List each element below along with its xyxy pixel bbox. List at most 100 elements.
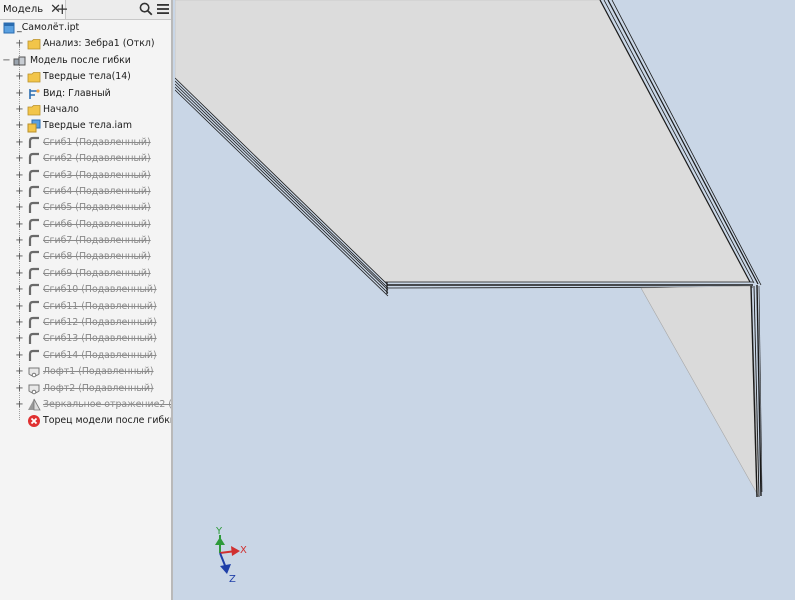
expand-node-icon[interactable]: + [15,383,24,394]
expand-node-icon[interactable]: + [15,367,24,377]
expand-node-icon[interactable]: + [15,334,24,344]
expand-node-icon[interactable]: + [15,399,24,410]
tree-node[interactable]: + Сгиб14 (Подавленный) [0,348,171,364]
tree-node-label: Анализ: Зебра1 (Откл) [43,38,155,50]
flat-pattern-icon [13,56,26,66]
tree-node[interactable]: + Сгиб3 (Подавленный) [0,168,171,184]
vertical-flange-face [640,285,760,498]
tree-node[interactable]: + Сгиб10 (Подавленный) [0,282,171,298]
expand-node-icon[interactable]: + [15,203,24,213]
search-icon[interactable] [139,2,153,16]
tree-node-label: Сгиб14 (Подавленный) [43,349,157,361]
expand-node-icon[interactable]: + [15,104,24,115]
tree-node[interactable]: + Зеркальное отражение2 (Подав [0,397,171,413]
expand-node-icon[interactable]: + [15,39,24,49]
expand-node-icon[interactable]: + [15,154,24,164]
bend-icon [28,300,39,312]
tree-node-label: Твердые тела.iam [43,120,133,132]
bend-icon [28,333,39,345]
y-axis-arrow [215,537,225,545]
tree-node-label: Сгиб12 (Подавленный) [43,317,157,329]
view-icon [29,88,40,99]
expand-node-icon[interactable]: + [15,285,24,295]
expand-node-icon[interactable]: + [15,301,24,312]
tree-node[interactable]: _Самолёт.ipt [0,20,171,36]
view-triad[interactable]: Y X Z [203,520,263,590]
loft-icon [28,367,40,378]
tree-node[interactable]: Торец модели после гибки [0,413,173,429]
tree-node-label: Вид: Главный [43,87,111,99]
loft-icon [28,384,40,394]
tree-node[interactable]: + Начало [0,102,171,118]
tree-node[interactable]: + Сгиб4 (Подавленный) [0,184,171,200]
expand-node-icon[interactable]: + [15,72,24,82]
expand-node-icon[interactable]: + [15,318,24,328]
bend-icon [28,169,39,181]
bend-icon [28,284,39,296]
tree-node-label: Сгиб7 (Подавленный) [43,235,151,247]
expand-node-icon[interactable]: + [15,121,24,131]
collapse-node-icon[interactable]: − [2,55,11,66]
end-of-part-error-icon [28,415,40,428]
tree-node[interactable]: − Модель после гибки [0,53,171,69]
expand-node-icon[interactable]: + [15,252,24,262]
expand-node-icon[interactable]: + [15,170,24,181]
x-axis-label: X [240,545,247,556]
graphics-viewport[interactable]: Y X Z [175,0,795,600]
z-axis-arrow [220,564,231,574]
tab-model-label: Модель [3,4,44,15]
tree-node-label: Сгиб4 (Подавленный) [43,185,151,197]
top-sheet-face [175,0,751,283]
mirror-icon [28,398,41,411]
tree-node-label: Сгиб9 (Подавленный) [43,267,151,279]
bend-icon [28,185,39,197]
expand-node-icon[interactable]: + [15,268,24,279]
tree-node[interactable]: + Сгиб6 (Подавленный) [0,217,171,233]
tree-node[interactable]: + Лофт1 (Подавленный) [0,364,171,380]
bend-icon [28,251,39,263]
y-axis-label: Y [215,526,223,537]
expand-node-icon[interactable]: + [15,219,24,230]
tree-node[interactable]: + Сгиб5 (Подавленный) [0,200,171,216]
z-axis-label: Z [229,574,236,585]
tree-node[interactable]: + Сгиб13 (Подавленный) [0,331,171,347]
tree-node-label: Сгиб10 (Подавленный) [43,284,157,296]
bend-icon [28,218,39,230]
tree-node[interactable]: + Твердые тела(14) [0,69,171,85]
model-tree[interactable]: _Самолёт.ipt + Анализ: Зебра1 (Откл) − Модел… [0,20,173,430]
tree-node[interactable]: + Твердые тела.iam [0,118,171,134]
tree-node-label: Сгиб5 (Подавленный) [43,202,151,214]
tree-node[interactable]: + Сгиб9 (Подавленный) [0,266,171,282]
folder-icon [27,105,41,116]
tree-node-label: Сгиб2 (Подавленный) [43,153,151,165]
tree-node-label: Лофт2 (Подавленный) [43,382,154,394]
tree-node[interactable]: + Сгиб11 (Подавленный) [0,299,171,315]
tree-node[interactable]: + Сгиб8 (Подавленный) [0,249,171,265]
part-icon [3,22,15,34]
model-canvas[interactable] [175,0,795,600]
browser-tab-bar: Модель ✕ + [0,0,171,20]
expand-node-icon[interactable]: + [15,88,24,99]
bend-icon [28,136,39,148]
tree-node[interactable]: + Вид: Главный [0,86,171,102]
tree-node[interactable]: + Анализ: Зебра1 (Откл) [0,36,171,52]
bend-icon [28,234,39,247]
tree-node[interactable]: + Сгиб2 (Подавленный) [0,151,171,167]
tree-node[interactable]: + Сгиб12 (Подавленный) [0,315,171,331]
tree-node-label: Модель после гибки [30,54,131,66]
expand-node-icon[interactable]: + [15,137,24,148]
tree-node[interactable]: + Сгиб7 (Подавленный) [0,233,171,249]
tree-node[interactable]: + Лофт2 (Подавленный) [0,381,171,397]
folder-icon [27,39,41,50]
add-tab-icon[interactable]: + [56,1,69,17]
expand-node-icon[interactable]: + [15,186,24,197]
bend-icon [28,267,39,279]
tree-node-label: Сгиб1 (Подавленный) [43,136,151,148]
tree-node[interactable]: + Сгиб1 (Подавленный) [0,135,171,151]
expand-node-icon[interactable]: + [15,236,24,246]
tree-node-label: Начало [43,103,79,115]
menu-icon[interactable] [156,2,170,16]
tree-node-label: Торец модели после гибки [43,415,173,427]
bend-icon [28,202,39,214]
expand-node-icon[interactable]: + [15,350,24,361]
